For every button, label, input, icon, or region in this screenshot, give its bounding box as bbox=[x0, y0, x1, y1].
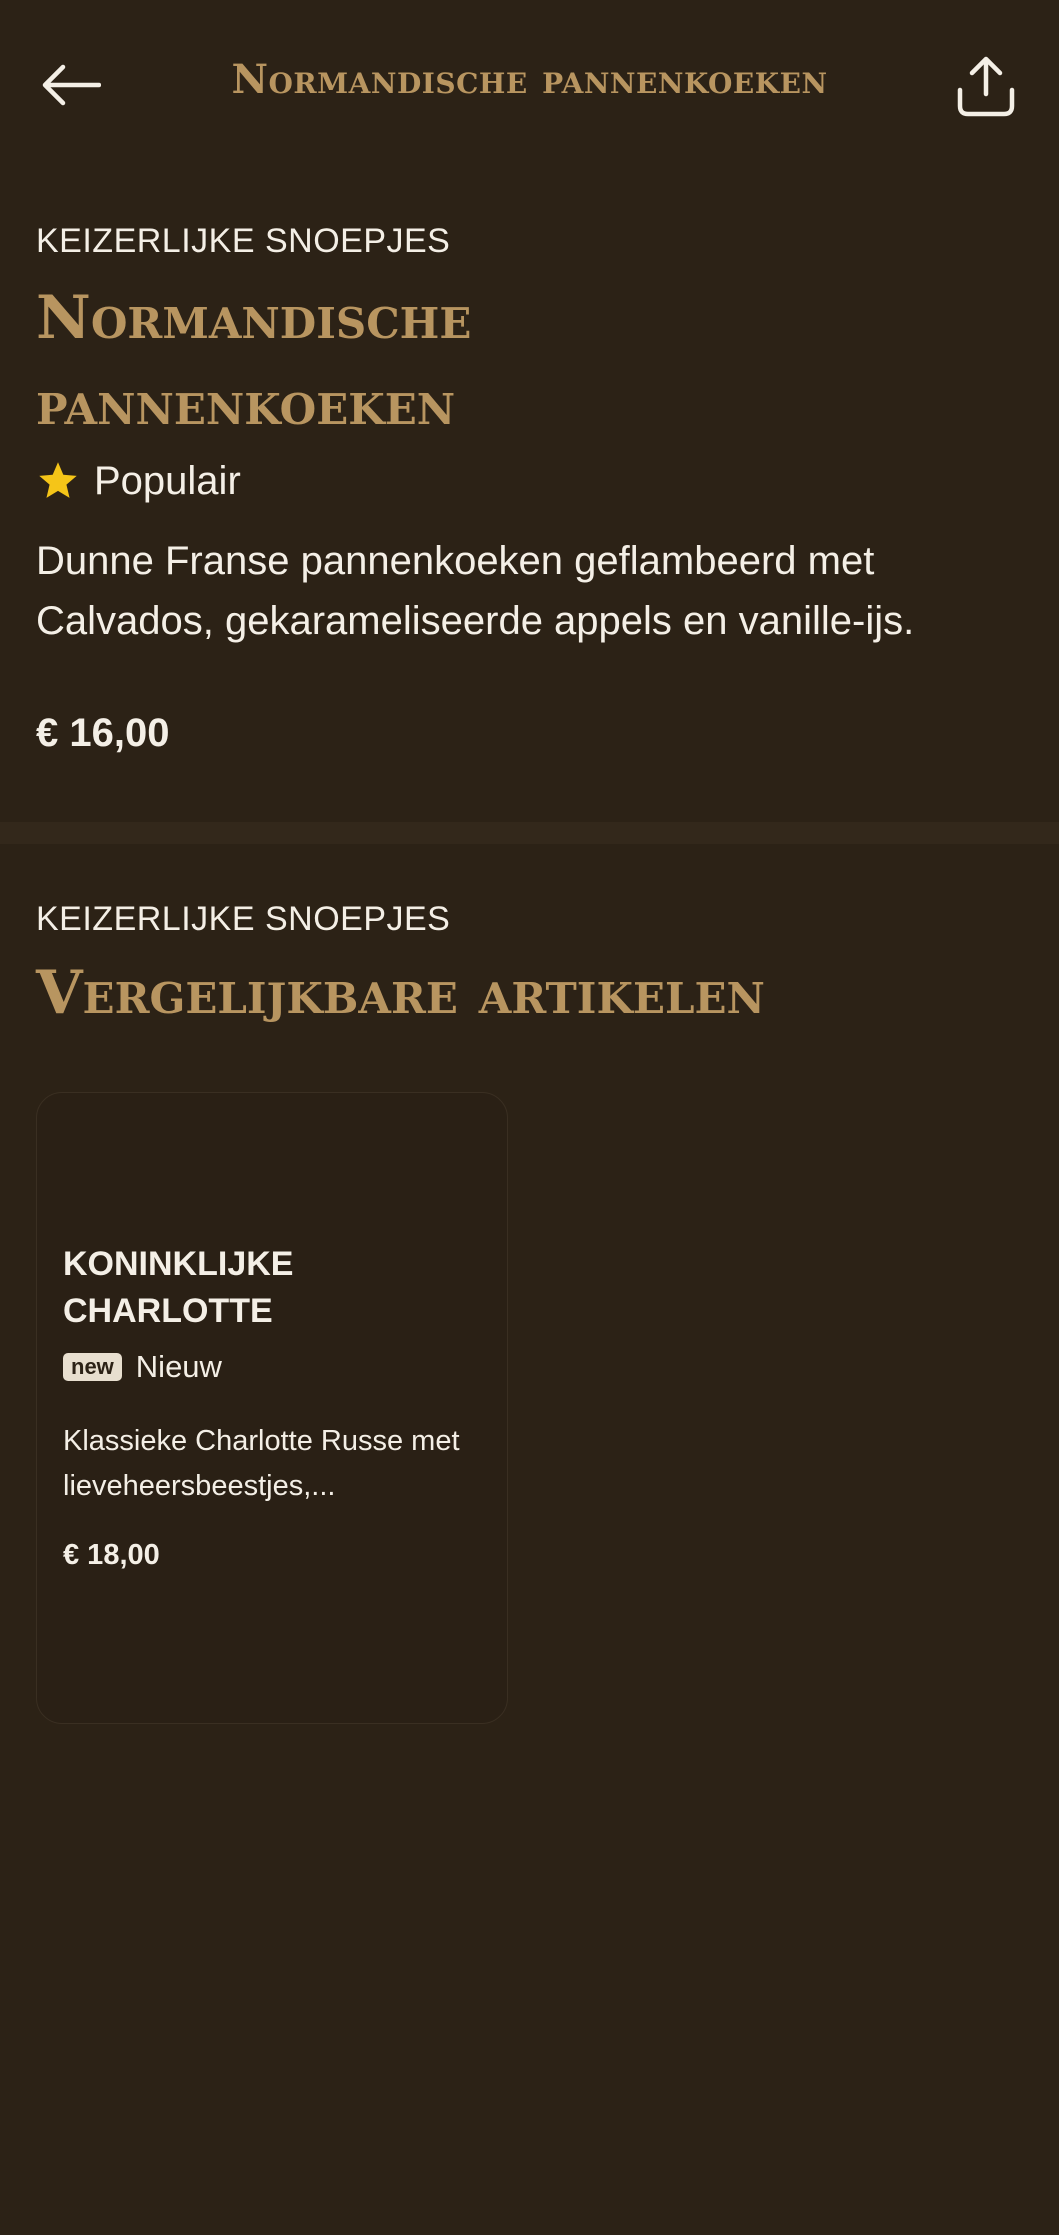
card-badge-label: Nieuw bbox=[135, 1349, 222, 1384]
product-info: KEIZERLIJKE SNOEPJES Normandische pannen… bbox=[36, 222, 1026, 756]
badge-label: Populair bbox=[94, 458, 241, 503]
header-title: Normandische pannenkoeken bbox=[231, 56, 828, 103]
product-title: Normandische pannenkoeken bbox=[36, 283, 472, 439]
card-body: KONINKLIJKE CHARLOTTE new Nieuw Klassiek… bbox=[63, 1241, 483, 1572]
share-icon bbox=[957, 56, 1015, 117]
product-category: KEIZERLIJKE SNOEPJES bbox=[36, 222, 451, 260]
product-description: Dunne Franse pannenkoeken geflambeerd me… bbox=[36, 539, 915, 643]
product-price: € 16,00 bbox=[36, 711, 170, 755]
top-bar: Normandische pannenkoeken bbox=[0, 0, 1059, 170]
star-icon bbox=[39, 462, 77, 498]
back-button[interactable] bbox=[36, 50, 106, 120]
arrow-left-icon bbox=[42, 64, 101, 106]
card-title: KONINKLIJKE CHARLOTTE bbox=[63, 1245, 294, 1330]
popular-badge: Populair bbox=[36, 453, 1026, 509]
section-divider bbox=[0, 822, 1059, 844]
card-price: € 18,00 bbox=[63, 1539, 160, 1571]
similar-items-section: KEIZERLIJKE SNOEPJES Vergelijkbare artik… bbox=[36, 900, 1026, 1033]
new-badge: new Nieuw bbox=[63, 1349, 483, 1385]
card-description: Klassieke Charlotte Russe met lieveheers… bbox=[63, 1425, 460, 1502]
product-detail-page: Normandische pannenkoeken KEIZERLIJKE SN… bbox=[0, 0, 1059, 2235]
similar-title: Vergelijkbare artikelen bbox=[36, 958, 765, 1028]
similar-category: KEIZERLIJKE SNOEPJES bbox=[36, 900, 451, 938]
share-button[interactable] bbox=[950, 50, 1022, 122]
similar-item-card[interactable]: KONINKLIJKE CHARLOTTE new Nieuw Klassiek… bbox=[36, 1092, 508, 1724]
new-tag: new bbox=[63, 1353, 122, 1381]
